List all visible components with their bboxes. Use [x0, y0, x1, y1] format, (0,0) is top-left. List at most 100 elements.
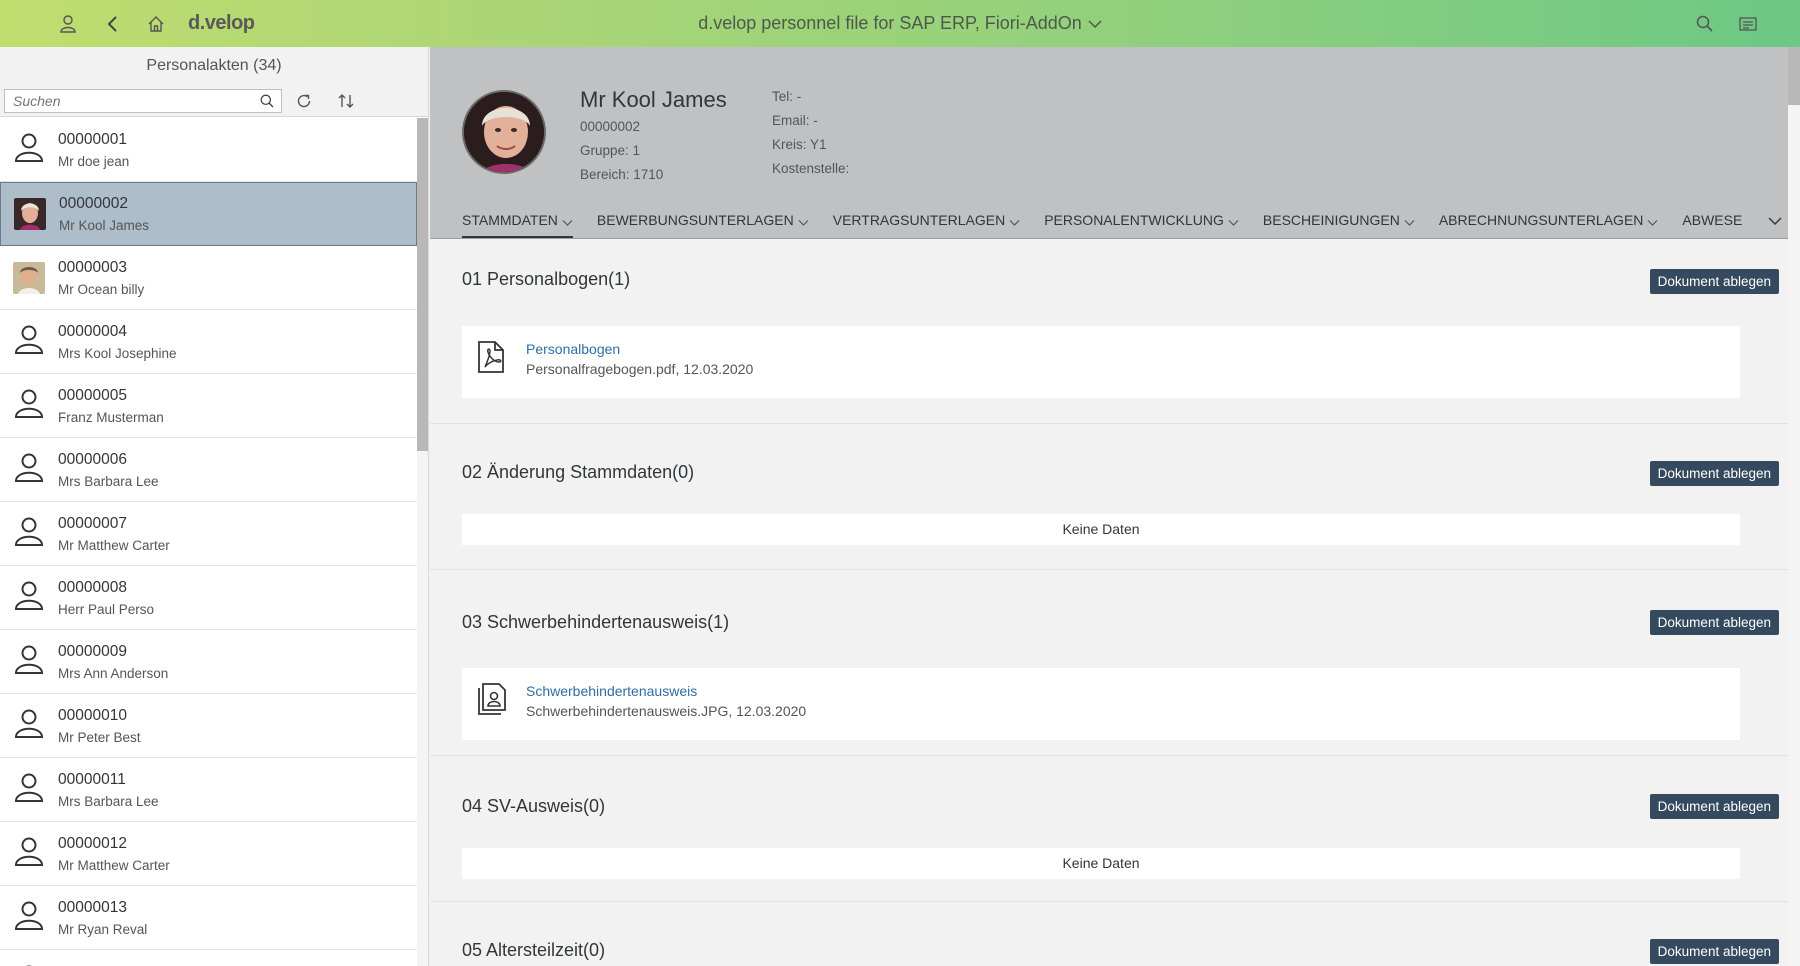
- list-item-text: 00000011 Mrs Barbara Lee: [58, 771, 159, 809]
- section-title: 01 Personalbogen(1): [462, 269, 631, 289]
- list-item-name: Mr Kool James: [59, 218, 150, 233]
- document-item[interactable]: Schwerbehindertenausweis Schwerbehinderte…: [462, 668, 1740, 740]
- list-item[interactable]: 00000009 Mrs Ann Anderson: [0, 630, 417, 694]
- list-item[interactable]: 00000013 Mr Ryan Reval: [0, 886, 417, 950]
- dvelop-logo[interactable]: d.velop: [188, 12, 255, 35]
- list-item-number: 00000007: [58, 514, 127, 532]
- avatar-container: [0, 643, 58, 680]
- detail-scrollbar-thumb[interactable]: [1788, 47, 1800, 105]
- notifications-button[interactable]: [1726, 0, 1770, 47]
- home-button[interactable]: [134, 0, 178, 47]
- dokument-ablegen-button[interactable]: Dokument ablegen: [1649, 610, 1779, 635]
- person-icon: [13, 707, 45, 744]
- list-item-name: Mrs Barbara Lee: [58, 793, 159, 809]
- list-item-number: 00000012: [58, 834, 127, 852]
- document-section: 01 Personalbogen(1) Dokument ablegen Perso…: [430, 239, 1788, 424]
- tab-abwesenheiten[interactable]: ABWESENHEITEN: [1682, 207, 1742, 238]
- list-item-text: 00000005 Franz Musterman: [58, 387, 164, 425]
- search-icon[interactable]: [253, 94, 281, 108]
- list-scrollbar-thumb[interactable]: [417, 118, 428, 451]
- document-link[interactable]: Personalbogen: [526, 341, 620, 357]
- list-scrollbar[interactable]: [417, 118, 428, 966]
- list-item[interactable]: 00000001 Mr doe jean: [0, 118, 417, 182]
- list-item-number: 00000006: [58, 450, 127, 468]
- employee-bereich: Bereich: 1710: [580, 167, 664, 182]
- list-item[interactable]: 00000012 Mr Matthew Carter: [0, 822, 417, 886]
- employee-tel: Tel: -: [772, 89, 802, 104]
- section-title: 04 SV-Ausweis(0): [462, 796, 606, 816]
- avatar-container: [0, 451, 58, 488]
- person-icon: [13, 451, 45, 488]
- avatar: [14, 198, 46, 230]
- refresh-button[interactable]: [284, 86, 324, 116]
- document-link[interactable]: Schwerbehindertenausweis: [526, 683, 697, 699]
- dokument-ablegen-button[interactable]: Dokument ablegen: [1649, 461, 1779, 486]
- tab-abrechnungsunterlagen[interactable]: ABRECHNUNGSUNTERLAGEN: [1439, 207, 1659, 238]
- user-button[interactable]: [46, 0, 90, 47]
- app-title: d.velop personnel file for SAP ERP, Fior…: [0, 13, 1800, 34]
- dokument-ablegen-button[interactable]: Dokument ablegen: [1649, 794, 1779, 819]
- app-title-text: d.velop personnel file for SAP ERP, Fior…: [698, 13, 1082, 33]
- list-item-name: Mr Ocean billy: [58, 281, 145, 297]
- list-item-name: Mrs Ann Anderson: [58, 665, 169, 681]
- list-item-text: 00000010 Mr Peter Best: [58, 707, 141, 745]
- list-item-text: 00000007 Mr Matthew Carter: [58, 515, 170, 553]
- list-item[interactable]: 00000002 Mr Kool James: [0, 182, 417, 246]
- tab-stammdaten[interactable]: STAMMDATEN: [462, 207, 573, 238]
- list-item[interactable]: 00000003 Mr Ocean billy: [0, 246, 417, 310]
- avatar-container: [1, 198, 59, 230]
- search-input[interactable]: [5, 92, 253, 109]
- list-item[interactable]: 00000004 Mrs Kool Josephine: [0, 310, 417, 374]
- list-item-text: 00000003 Mr Ocean billy: [58, 259, 144, 297]
- dokument-ablegen-button[interactable]: Dokument ablegen: [1649, 939, 1779, 964]
- document-section: 05 Altersteilzeit(0) Dokument ablegen: [430, 902, 1788, 966]
- home-icon: [148, 15, 164, 32]
- list-item[interactable]: 00000005 Franz Musterman: [0, 374, 417, 438]
- list-item[interactable]: 00000007 Mr Matthew Carter: [0, 502, 417, 566]
- list-item[interactable]: 00000010 Mr Peter Best: [0, 694, 417, 758]
- avatar-container: [0, 579, 58, 616]
- pdf-document-icon: [476, 340, 508, 379]
- avatar-container: [0, 515, 58, 552]
- list-item-name: Herr Paul Perso: [58, 601, 155, 617]
- list-item[interactable]: 00000014: [0, 950, 417, 966]
- search-button[interactable]: [1682, 0, 1726, 47]
- list-item-name: Mr Peter Best: [58, 729, 141, 745]
- document-section: 04 SV-Ausweis(0) Dokument ablegen Keine Da…: [430, 756, 1788, 902]
- back-button[interactable]: [90, 0, 134, 47]
- avatar-container: [0, 387, 58, 424]
- notifications-list-icon: [1739, 16, 1757, 31]
- list-item-text: 00000002 Mr Kool James: [59, 195, 149, 233]
- tab-bescheinigungen[interactable]: BESCHEINIGUNGEN: [1263, 207, 1415, 238]
- avatar-container: [0, 261, 58, 294]
- search-field[interactable]: [4, 88, 282, 113]
- person-icon: [13, 387, 45, 424]
- person-icon: [13, 515, 45, 552]
- tab-personalentwicklung[interactable]: PERSONALENTWICKLUNG: [1044, 207, 1239, 238]
- tab-label: BEWERBUNGSUNTERLAGEN: [596, 212, 794, 228]
- person-icon: [13, 131, 45, 168]
- tab-label: ABWESENHEITEN: [1682, 212, 1742, 228]
- dokument-ablegen-button[interactable]: Dokument ablegen: [1649, 269, 1779, 294]
- tab-overflow-button[interactable]: [1768, 213, 1782, 231]
- title-menu-button[interactable]: [1088, 13, 1102, 34]
- user-icon: [60, 14, 76, 33]
- tab-label: STAMMDATEN: [462, 212, 558, 228]
- no-data-message: Keine Daten: [462, 514, 1740, 545]
- document-meta: Schwerbehindertenausweis.JPG, 12.03.2020: [526, 703, 807, 719]
- list-item[interactable]: 00000011 Mrs Barbara Lee: [0, 758, 417, 822]
- person-icon: [13, 579, 45, 616]
- document-item[interactable]: Personalbogen Personalfragebogen.pdf, 12.…: [462, 326, 1740, 398]
- chevron-left-icon: [107, 15, 117, 32]
- list-item[interactable]: 00000008 Herr Paul Perso: [0, 566, 417, 630]
- list-item-text: 00000004 Mrs Kool Josephine: [58, 323, 177, 361]
- list-item[interactable]: 00000006 Mrs Barbara Lee: [0, 438, 417, 502]
- person-icon: [13, 899, 45, 936]
- tab-bewerbungsunterlagen[interactable]: BEWERBUNGSUNTERLAGEN: [597, 207, 809, 238]
- detail-scrollbar[interactable]: [1788, 47, 1800, 966]
- sort-button[interactable]: [326, 86, 366, 116]
- tab-label: VERTRAGSUNTERLAGEN: [832, 212, 1006, 228]
- search-icon: [1696, 15, 1713, 32]
- list-item-number: 00000003: [58, 258, 127, 276]
- tab-vertragsunterlagen[interactable]: VERTRAGSUNTERLAGEN: [833, 207, 1020, 238]
